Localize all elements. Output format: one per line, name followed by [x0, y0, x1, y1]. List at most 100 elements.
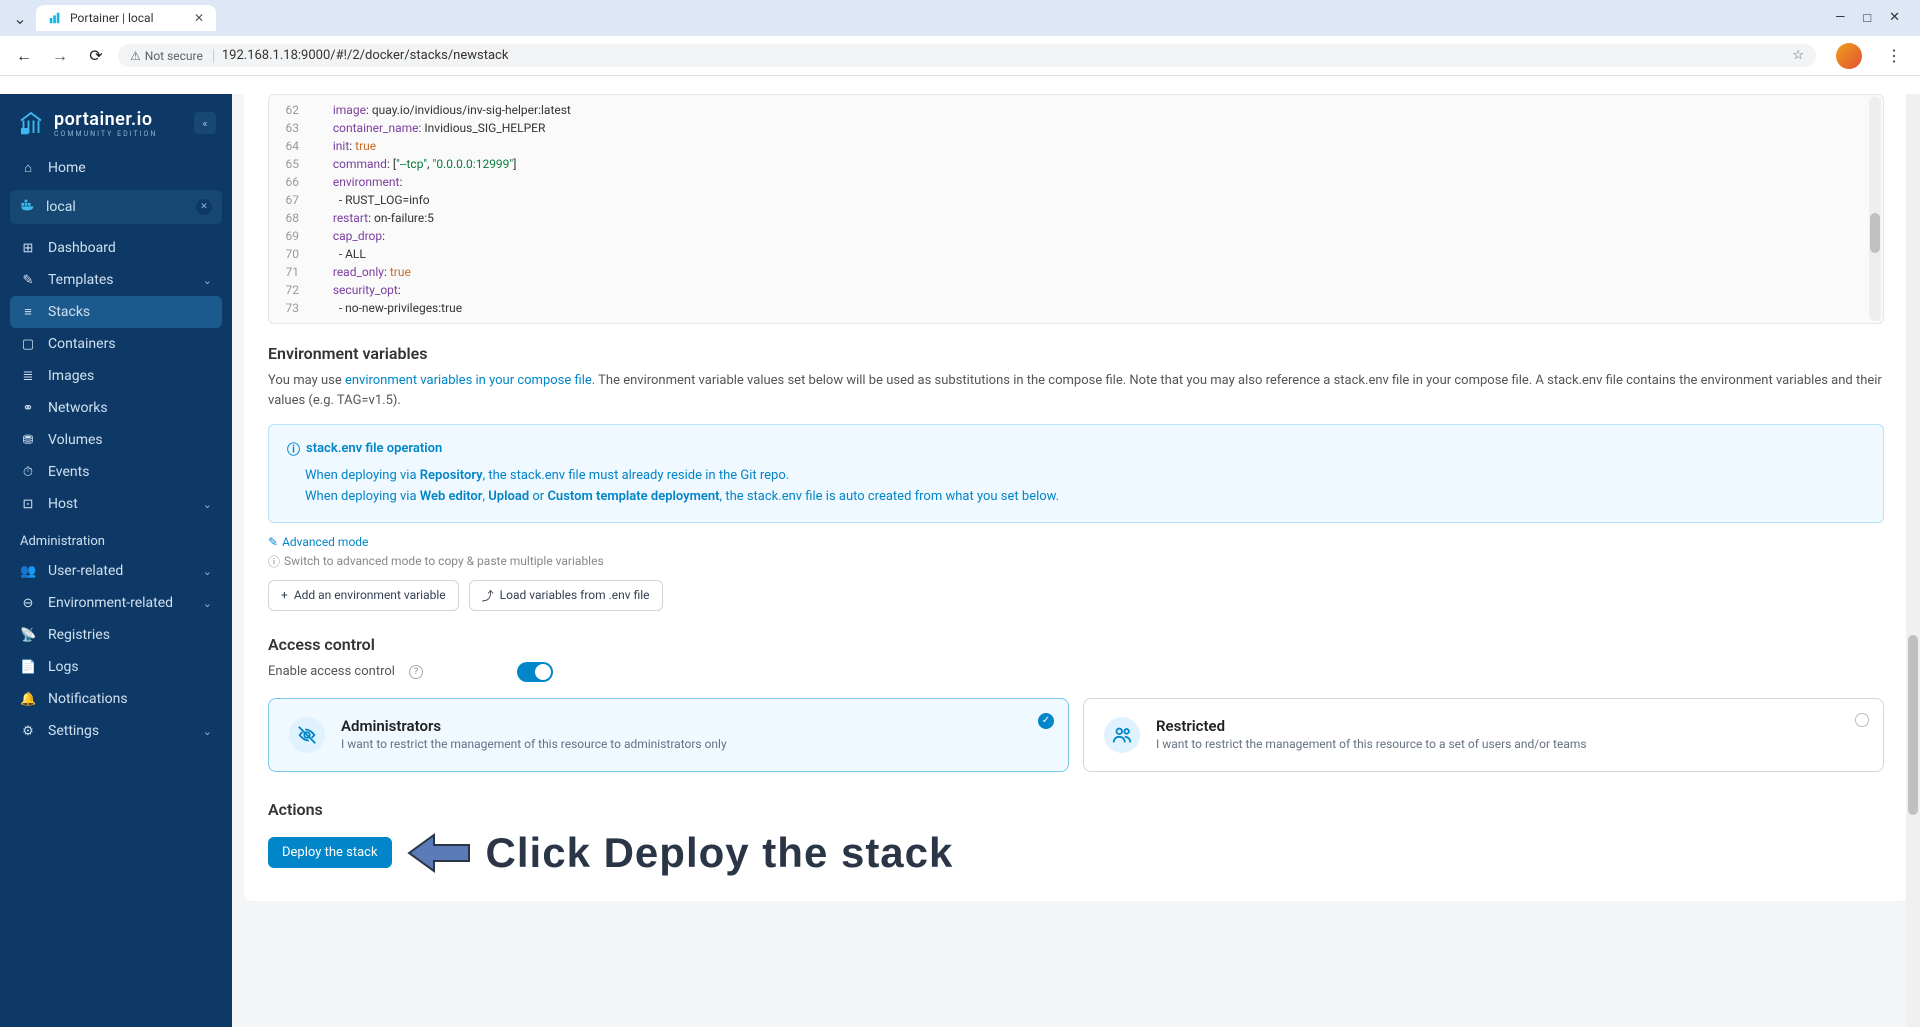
home-icon: ⌂: [20, 160, 36, 176]
info-line: When deploying via Repository, the stack…: [305, 466, 1865, 487]
annotation-arrow-icon: [404, 829, 474, 877]
registries-icon: 📡: [20, 628, 36, 643]
editor-scrollbar[interactable]: [1869, 97, 1881, 321]
enable-access-label: Enable access control: [268, 664, 395, 679]
button-label: Load variables from .env file: [500, 588, 650, 602]
nav-label: Environment-related: [48, 595, 173, 611]
nav-stacks[interactable]: ≡Stacks: [10, 296, 222, 328]
nav-label: Host: [48, 496, 78, 512]
nav-label: Networks: [48, 400, 108, 416]
sidebar-collapse-icon[interactable]: «: [194, 112, 216, 134]
volumes-icon: ⛃: [20, 433, 36, 448]
card-desc: I want to restrict the management of thi…: [341, 737, 727, 751]
advanced-mode-link[interactable]: Advanced mode: [282, 535, 368, 549]
nav-forward-icon[interactable]: →: [46, 42, 74, 70]
env-section-description: You may use environment variables in you…: [268, 371, 1884, 410]
chevron-down-icon: ⌄: [203, 597, 212, 610]
nav-back-icon[interactable]: ←: [10, 42, 38, 70]
advanced-hint-text: Switch to advanced mode to copy & paste …: [284, 554, 604, 568]
app-root: portainer.io COMMUNITY EDITION « ⌂ Home …: [0, 94, 1920, 1027]
chevron-down-icon: ⌄: [203, 565, 212, 578]
users-icon: [1104, 717, 1140, 753]
nav-containers[interactable]: ▢Containers: [10, 328, 222, 360]
bookmark-star-icon[interactable]: ☆: [1792, 48, 1804, 63]
compose-editor[interactable]: 626364656667686970717273 image: quay.io/…: [268, 94, 1884, 324]
nav-networks[interactable]: ⚭Networks: [10, 392, 222, 424]
browser-tab[interactable]: Portainer | local ✕: [36, 5, 216, 31]
nav-templates[interactable]: ✎ Templates ⌄: [10, 264, 222, 296]
logo-subtitle: COMMUNITY EDITION: [54, 130, 157, 138]
warning-icon: ⚠: [130, 49, 141, 63]
environment-close-icon[interactable]: ✕: [196, 199, 212, 215]
browser-menu-icon[interactable]: ⋮: [1878, 46, 1910, 65]
nav-label: Home: [48, 160, 86, 176]
actions-row: Deploy the stack Click Deploy the stack: [268, 829, 1884, 877]
plus-icon: +: [281, 588, 288, 602]
url-text: 192.168.1.18:9000/#!/2/docker/stacks/new…: [222, 48, 509, 63]
nav-host[interactable]: ⊡ Host ⌄: [10, 488, 222, 520]
browser-chrome: ⌄ Portainer | local ✕ ― □ ✕ ← → ⟳ ⚠ Not …: [0, 0, 1920, 76]
window-close-icon[interactable]: ✕: [1889, 10, 1900, 26]
address-input[interactable]: ⚠ Not secure 192.168.1.18:9000/#!/2/dock…: [118, 44, 1816, 67]
enable-access-toggle[interactable]: [517, 662, 553, 682]
templates-icon: ✎: [20, 273, 36, 288]
nav-label: Images: [48, 368, 94, 384]
add-env-var-button[interactable]: + Add an environment variable: [268, 580, 459, 611]
nav-reload-icon[interactable]: ⟳: [82, 42, 110, 70]
nav-label: Logs: [48, 659, 79, 675]
page-scroll-thumb[interactable]: [1908, 635, 1918, 815]
info-box-title: ⓘ stack.env file operation: [287, 439, 1865, 458]
host-icon: ⊡: [20, 497, 36, 512]
admin-nav-notifications[interactable]: 🔔Notifications: [10, 683, 222, 715]
nav-dashboard[interactable]: ⊞Dashboard: [10, 232, 222, 264]
window-maximize-icon[interactable]: □: [1863, 10, 1871, 26]
content-card: 626364656667686970717273 image: quay.io/…: [244, 94, 1908, 901]
tab-close-icon[interactable]: ✕: [194, 11, 204, 25]
nav-label: Events: [48, 464, 89, 480]
card-title: Restricted: [1156, 717, 1587, 735]
access-cards: Administrators I want to restrict the ma…: [268, 698, 1884, 772]
window-minimize-icon[interactable]: ―: [1835, 10, 1845, 26]
chevron-down-icon: ⌄: [203, 498, 212, 511]
nav-label: Stacks: [48, 304, 90, 320]
info-title-text: stack.env file operation: [306, 441, 442, 456]
page-scrollbar[interactable]: [1906, 94, 1920, 1027]
chevron-down-icon: ⌄: [203, 274, 212, 287]
editor-gutter: 626364656667686970717273: [269, 95, 307, 323]
logs-icon: 📄: [20, 660, 36, 675]
sidebar: portainer.io COMMUNITY EDITION « ⌂ Home …: [0, 94, 232, 1027]
deploy-stack-button[interactable]: Deploy the stack: [268, 837, 392, 868]
access-control-title: Access control: [268, 635, 1884, 654]
edit-icon: ✎: [268, 535, 278, 549]
admin-nav-logs[interactable]: 📄 Logs: [10, 651, 222, 683]
editor-scroll-thumb[interactable]: [1870, 213, 1880, 253]
eye-off-icon: [289, 717, 325, 753]
tab-title: Portainer | local: [70, 11, 154, 25]
help-icon[interactable]: ?: [409, 665, 423, 679]
nav-label: User-related: [48, 563, 123, 579]
tab-list-dropdown-icon[interactable]: ⌄: [8, 6, 32, 30]
nav-label: Volumes: [48, 432, 103, 448]
enable-access-row: Enable access control ?: [268, 662, 1884, 682]
nav-images[interactable]: ≣Images: [10, 360, 222, 392]
info-icon: ⓘ: [287, 439, 300, 458]
logo[interactable]: portainer.io COMMUNITY EDITION «: [10, 108, 222, 152]
editor-body[interactable]: image: quay.io/invidious/inv-sig-helper:…: [307, 95, 1883, 323]
nav-volumes[interactable]: ⛃ Volumes: [10, 424, 222, 456]
admin-nav-registries[interactable]: 📡Registries: [10, 619, 222, 651]
admin-nav-environment-related[interactable]: ⊖Environment-related⌄: [10, 587, 222, 619]
not-secure-badge[interactable]: ⚠ Not secure: [130, 49, 214, 63]
stack-env-info-box: ⓘ stack.env file operation When deployin…: [268, 424, 1884, 523]
containers-icon: ▢: [20, 337, 36, 352]
nav-events[interactable]: ⏱Events: [10, 456, 222, 488]
access-card-restricted[interactable]: Restricted I want to restrict the manage…: [1083, 698, 1884, 772]
env-vars-doc-link[interactable]: environment variables in your compose fi…: [345, 373, 592, 388]
access-card-administrators[interactable]: Administrators I want to restrict the ma…: [268, 698, 1069, 772]
nav-home[interactable]: ⌂ Home: [10, 152, 222, 184]
profile-avatar[interactable]: [1836, 43, 1862, 69]
admin-nav-settings[interactable]: ⚙Settings⌄: [10, 715, 222, 747]
nav-label: Templates: [48, 272, 114, 288]
environment-pill[interactable]: local ✕: [10, 190, 222, 224]
admin-nav-user-related[interactable]: 👥User-related⌄: [10, 555, 222, 587]
load-env-file-button[interactable]: ⤴ Load variables from .env file: [469, 580, 663, 611]
